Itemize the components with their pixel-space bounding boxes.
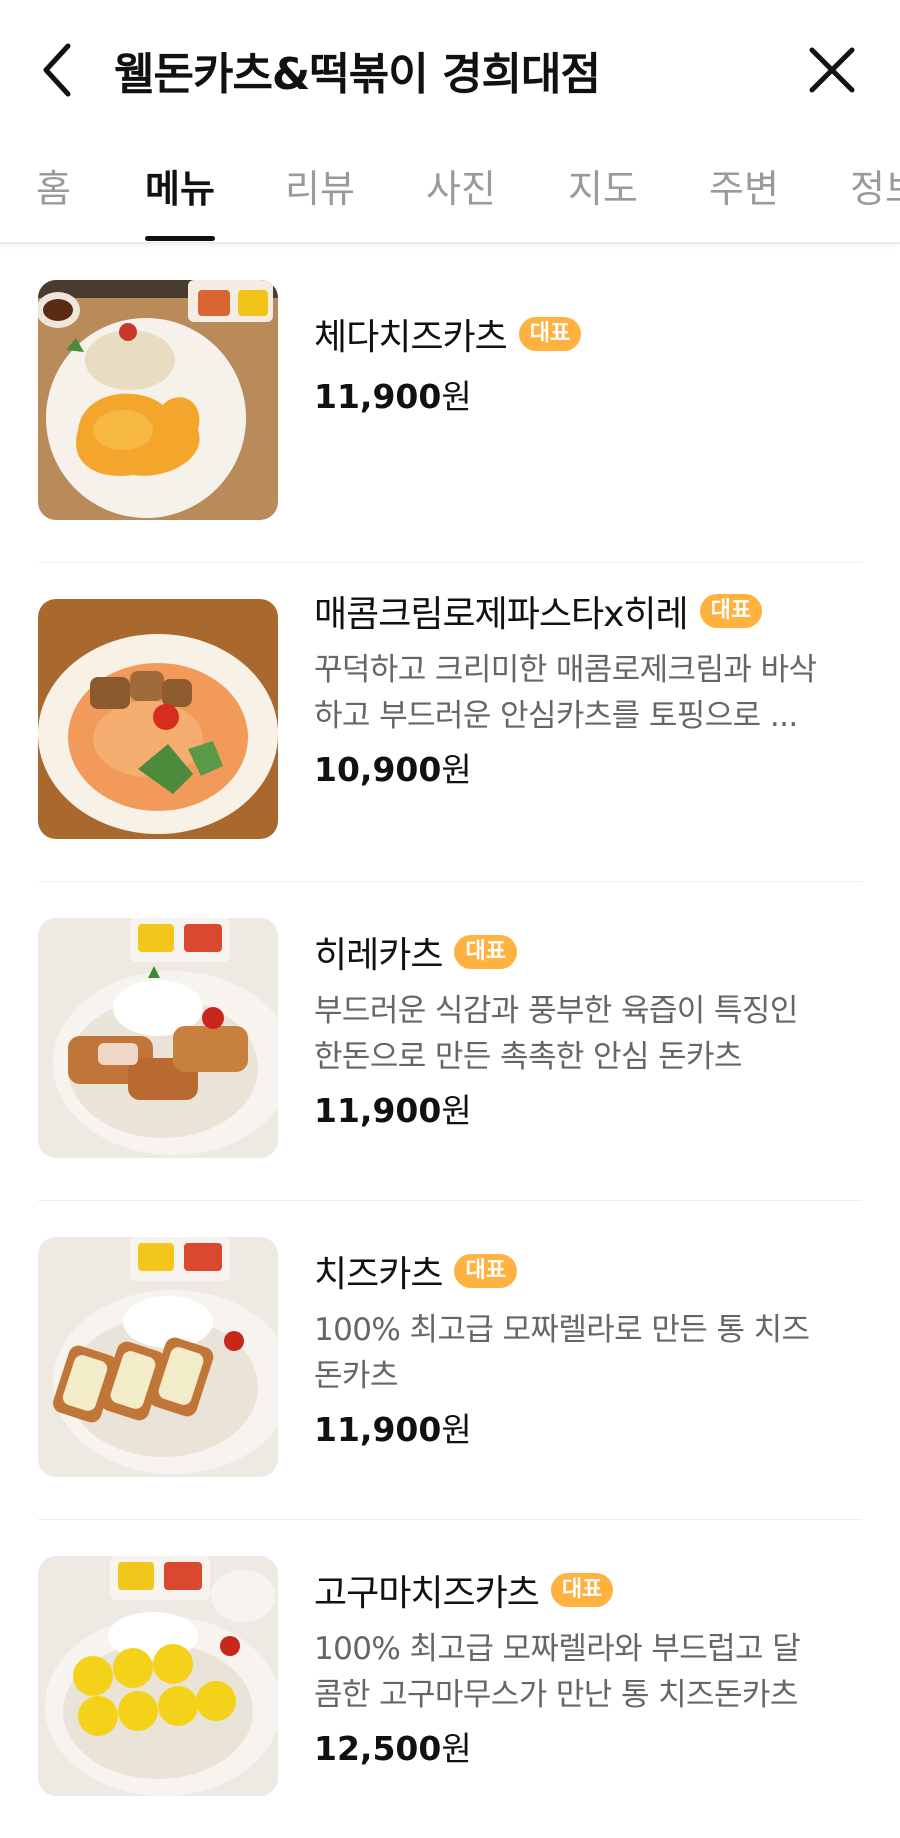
menu-item-description: 100% 최고급 모짜렐라와 부드럽고 달 콤한 고구마무스가 만난 통 치즈돈… — [314, 1631, 801, 1713]
menu-item-name: 히레카츠 — [314, 935, 443, 976]
menu-item-name: 매콤크림로제파스타x히레 — [314, 594, 689, 635]
signature-badge: 대표 — [454, 935, 517, 969]
tab-bar: 홈 메뉴 리뷰 사진 지도 주변 정보 — [0, 140, 900, 244]
menu-item-image — [38, 1556, 278, 1796]
menu-item[interactable]: 치즈카츠 대표 100% 최고급 모짜렐라로 만든 통 치즈 돈카츠 11,90… — [38, 1201, 862, 1520]
back-button[interactable] — [38, 40, 88, 100]
menu-item-price: 12,500원 — [314, 1729, 472, 1768]
menu-item-name: 고구마치즈카츠 — [314, 1573, 540, 1614]
menu-item-name: 체다치즈카츠 — [314, 317, 508, 358]
tab-nearby[interactable]: 주변 — [709, 158, 779, 213]
tab-map[interactable]: 지도 — [568, 158, 638, 213]
menu-list: 체다치즈카츠 대표 11,900원 매콤크림로제파스타x히레 대표 꾸덕하고 크… — [0, 244, 900, 1838]
menu-item-price: 11,900원 — [314, 1091, 472, 1130]
menu-item-description: 100% 최고급 모짜렐라로 만든 통 치즈 돈카츠 — [314, 1312, 810, 1394]
menu-item-image — [38, 599, 278, 839]
menu-item-image — [38, 280, 278, 520]
signature-badge: 대표 — [550, 1573, 614, 1607]
menu-item-price: 10,900원 — [314, 750, 472, 789]
tab-menu[interactable]: 메뉴 — [145, 158, 215, 213]
menu-item-name: 치즈카츠 — [314, 1254, 443, 1295]
menu-item-description: 꾸덕하고 크리미한 매콤로제크림과 바삭 하고 부드러운 안심카츠를 토핑으로 … — [314, 652, 817, 734]
signature-badge: 대표 — [699, 594, 763, 628]
chevron-left-icon — [43, 43, 71, 97]
menu-item[interactable]: 매콤크림로제파스타x히레 대표 꾸덕하고 크리미한 매콤로제크림과 바삭 하고 … — [38, 563, 862, 882]
menu-item[interactable]: 히레카츠 대표 부드러운 식감과 풍부한 육즙이 특징인 한돈으로 만든 촉촉한… — [38, 882, 862, 1201]
menu-item-image — [38, 918, 278, 1158]
menu-item-description: 부드러운 식감과 풍부한 육즙이 특징인 한돈으로 만든 촉촉한 안심 돈카츠 — [314, 993, 798, 1075]
page-title: 웰돈카츠&떡볶이 경희대점 — [114, 49, 601, 100]
menu-item-price: 11,900원 — [314, 377, 472, 416]
menu-item-image — [38, 1237, 278, 1477]
tab-photo[interactable]: 사진 — [426, 158, 496, 213]
menu-item[interactable]: 고구마치즈카츠 대표 100% 최고급 모짜렐라와 부드럽고 달 콤한 고구마무… — [38, 1520, 862, 1838]
close-button[interactable] — [806, 44, 858, 96]
tab-review[interactable]: 리뷰 — [285, 158, 355, 213]
tab-home[interactable]: 홈 — [36, 158, 71, 213]
close-icon — [809, 47, 855, 93]
tab-info[interactable]: 정보 — [850, 158, 900, 213]
active-tab-indicator — [145, 236, 215, 241]
menu-item-price: 11,900원 — [314, 1410, 472, 1449]
signature-badge: 대표 — [518, 317, 582, 351]
top-bar: 웰돈카츠&떡볶이 경희대점 — [0, 0, 900, 140]
signature-badge: 대표 — [454, 1254, 517, 1288]
menu-item[interactable]: 체다치즈카츠 대표 11,900원 — [38, 244, 862, 563]
